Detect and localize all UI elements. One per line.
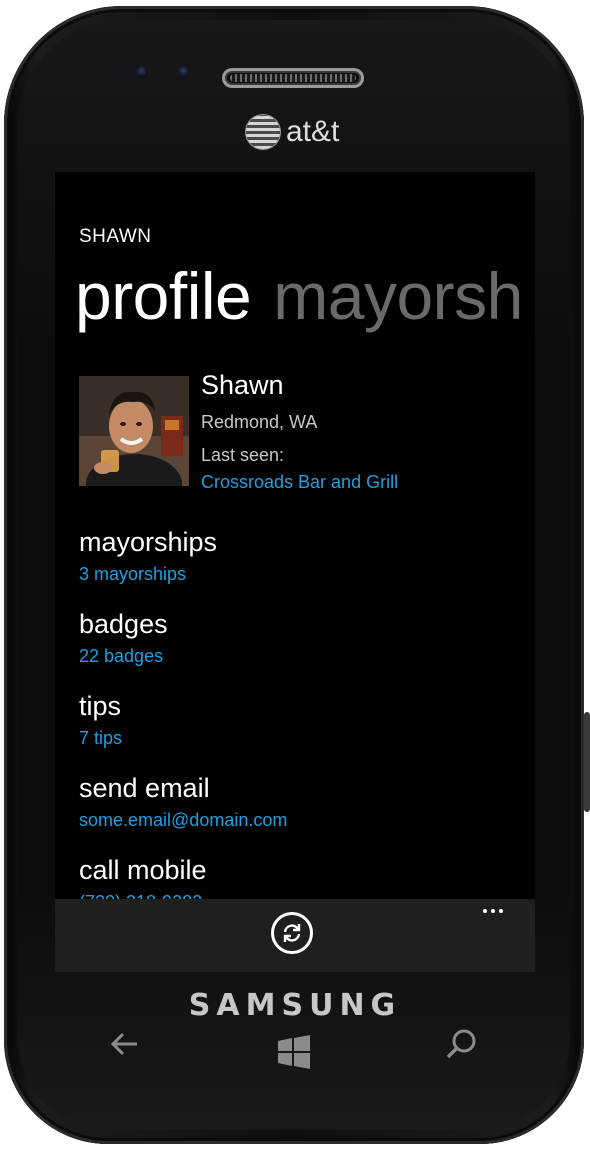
profile-name: Shawn (201, 370, 284, 400)
pivot-item-profile[interactable]: profile (75, 259, 252, 333)
list-item-title: mayorships (79, 527, 218, 557)
list-item-send-email[interactable]: send email some.email@domain.com (79, 772, 287, 832)
ellipsis-icon[interactable] (483, 905, 513, 917)
list-item-title: badges (79, 609, 168, 639)
list-item-subtitle: some.email@domain.com (79, 810, 288, 830)
list-item-title: call mobile (79, 855, 207, 885)
windows-logo-icon (278, 1035, 310, 1069)
search-key[interactable] (442, 1024, 482, 1064)
app-title: SHAWN (79, 226, 152, 247)
list-item-subtitle: 3 mayorships (79, 564, 187, 584)
list-item-subtitle: 7 tips (79, 728, 123, 748)
list-item-subtitle: 22 badges (79, 646, 164, 666)
profile-location: Redmond, WA (201, 412, 318, 432)
refresh-button[interactable] (271, 912, 313, 954)
list-item-title: send email (79, 773, 210, 803)
list-item-title: tips (79, 691, 122, 721)
pivot-header: profile mayorsh (75, 258, 523, 334)
last-seen-label: Last seen: (201, 445, 285, 465)
refresh-icon (283, 924, 301, 942)
list-item-mayorships[interactable]: mayorships 3 mayorships (79, 526, 217, 586)
carrier-logo: at&t (246, 112, 339, 152)
last-seen-venue-link[interactable]: Crossroads Bar and Grill (201, 472, 398, 493)
front-sensor (136, 66, 148, 78)
side-button (584, 712, 590, 812)
back-key[interactable] (105, 1024, 145, 1064)
pivot-item-mayorships[interactable]: mayorsh (273, 259, 523, 333)
avatar (79, 376, 189, 486)
app-bar (55, 899, 535, 972)
back-arrow-icon (110, 1032, 137, 1056)
start-key[interactable] (274, 1032, 314, 1072)
att-globe-icon (246, 115, 280, 149)
device-brand: SAMSUNG (188, 988, 402, 1023)
list-item-badges[interactable]: badges 22 badges (79, 608, 168, 668)
speaker-grill (230, 74, 356, 82)
search-icon (446, 1029, 476, 1059)
front-camera (178, 66, 190, 78)
carrier-name: at&t (286, 115, 340, 148)
phone-screen: SHAWN profile mayorsh Shawn Redmond, WA L… (55, 172, 535, 972)
list-item-tips[interactable]: tips 7 tips (79, 690, 122, 750)
